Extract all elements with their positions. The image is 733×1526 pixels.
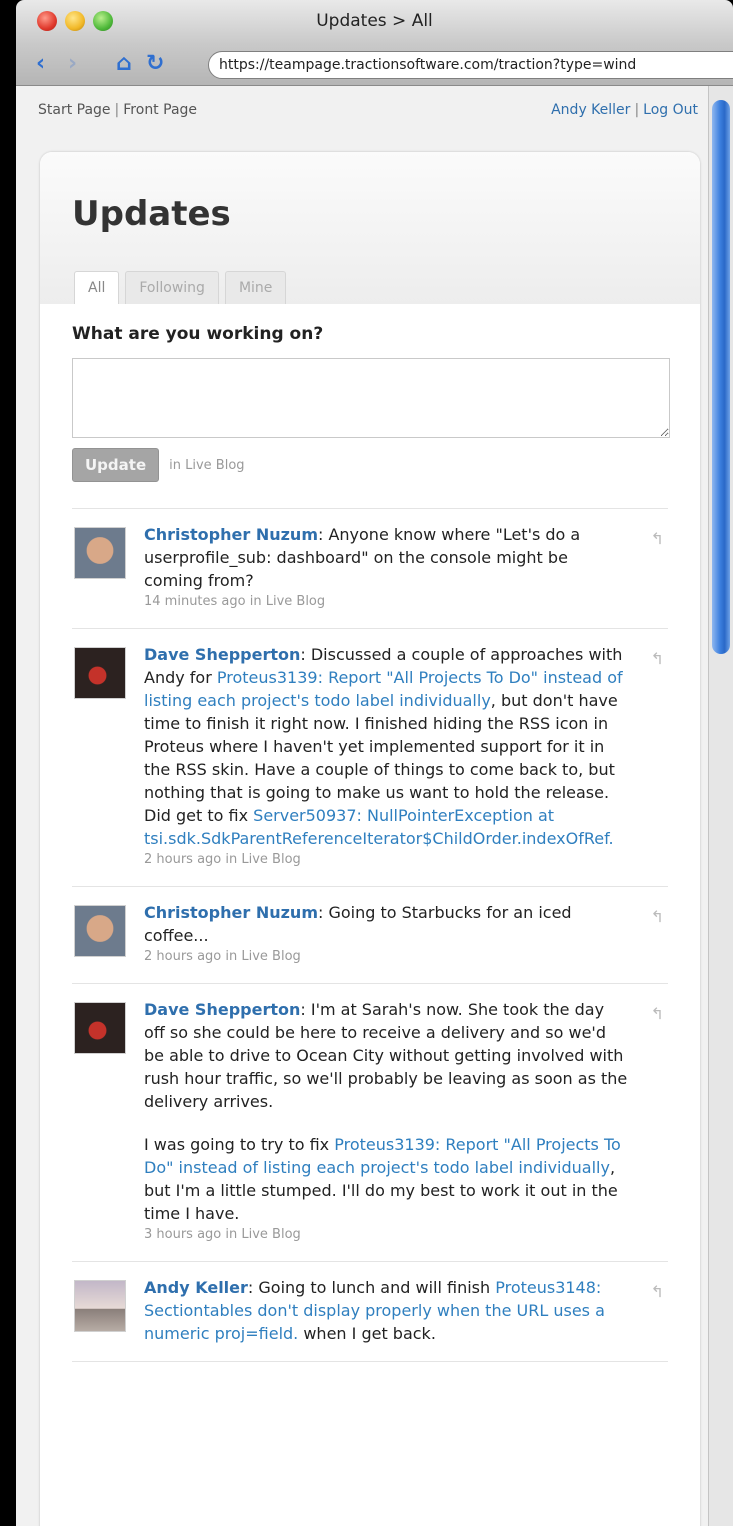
vertical-scrollbar[interactable] [708,86,733,1526]
log-out-link[interactable]: Log Out [643,102,698,118]
update-meta: 3 hours ago in Live Blog [144,1227,301,1242]
tab-mine[interactable]: Mine [224,271,287,304]
status-input[interactable] [72,358,670,438]
feed-item: ↰ Andy Keller: Going to lunch and will f… [72,1262,668,1362]
reload-icon[interactable]: ↻ [146,52,164,76]
author-link[interactable]: Andy Keller [144,1278,248,1297]
avatar[interactable] [74,1002,126,1054]
update-paragraph: I was going to try to fix Proteus3139: R… [144,1133,628,1225]
back-arrow-icon[interactable]: ‹ [36,52,45,76]
update-text: : Going to lunch and will finish [247,1278,496,1297]
author-link[interactable]: Christopher Nuzum [144,903,318,922]
top-navigation: Start Page | Front Page Andy Keller | Log Ou… [16,86,708,142]
reply-arrow-icon[interactable]: ↰ [651,1280,664,1303]
window-titlebar: Updates > All [16,0,733,44]
update-meta: 2 hours ago in Live Blog [144,852,301,867]
reply-arrow-icon[interactable]: ↰ [651,905,664,928]
tab-bar: All Following Mine [74,271,287,304]
compose-actions: Update in Live Blog [72,448,668,482]
scrollbar-thumb[interactable] [712,100,730,654]
user-name-link[interactable]: Andy Keller [551,102,630,118]
update-button[interactable]: Update [72,448,160,482]
avatar[interactable] [74,905,126,957]
user-separator: | [634,102,640,118]
update-text: when I get back. [298,1324,436,1343]
avatar[interactable] [74,527,126,579]
front-page-link[interactable]: Front Page [123,102,197,118]
compose-area: What are you working on? Update in Live … [40,304,700,482]
nav-separator: | [114,102,120,118]
author-link[interactable]: Christopher Nuzum [144,525,318,544]
feed-item: ↰ Christopher Nuzum: Going to Starbucks … [72,887,668,984]
tab-all[interactable]: All [74,271,120,304]
avatar[interactable] [74,1280,126,1332]
update-text: , but don't have time to finish it right… [144,691,618,825]
start-page-link[interactable]: Start Page [38,102,111,118]
user-links: Andy Keller | Log Out [551,102,698,118]
compose-destination: in Live Blog [169,457,245,473]
updates-panel: Updates All Following Mine What are you … [40,152,700,1526]
reply-arrow-icon[interactable]: ↰ [651,527,664,550]
window-title: Updates > All [316,11,433,31]
update-meta: 2 hours ago in Live Blog [144,949,301,964]
feed-item: ↰ Christopher Nuzum: Anyone know where "… [72,509,668,629]
reply-arrow-icon[interactable]: ↰ [651,647,664,670]
tab-following[interactable]: Following [125,271,219,304]
browser-toolbar: ‹ › ⌂ ↻ https://teampage.tractionsoftwar… [16,44,733,86]
feed-item: ↰ Dave Shepperton: Discussed a couple of… [72,629,668,887]
author-link[interactable]: Dave Shepperton [144,645,300,664]
update-text: I was going to try to fix [144,1135,335,1154]
feed-item: ↰ Dave Shepperton: I'm at Sarah's now. S… [72,984,668,1262]
address-bar[interactable]: https://teampage.tractionsoftware.com/tr… [208,51,733,79]
compose-label: What are you working on? [72,324,324,344]
forward-arrow-icon[interactable]: › [68,52,77,76]
page-title: Updates [72,194,231,234]
reply-arrow-icon[interactable]: ↰ [651,1002,664,1025]
home-icon[interactable]: ⌂ [116,52,132,76]
author-link[interactable]: Dave Shepperton [144,1000,300,1019]
update-feed: ↰ Christopher Nuzum: Anyone know where "… [72,508,668,1362]
panel-header: Updates All Following Mine [40,152,700,304]
update-meta: 14 minutes ago in Live Blog [144,594,326,609]
avatar[interactable] [74,647,126,699]
page-content: Start Page | Front Page Andy Keller | Log Ou… [16,86,708,1526]
